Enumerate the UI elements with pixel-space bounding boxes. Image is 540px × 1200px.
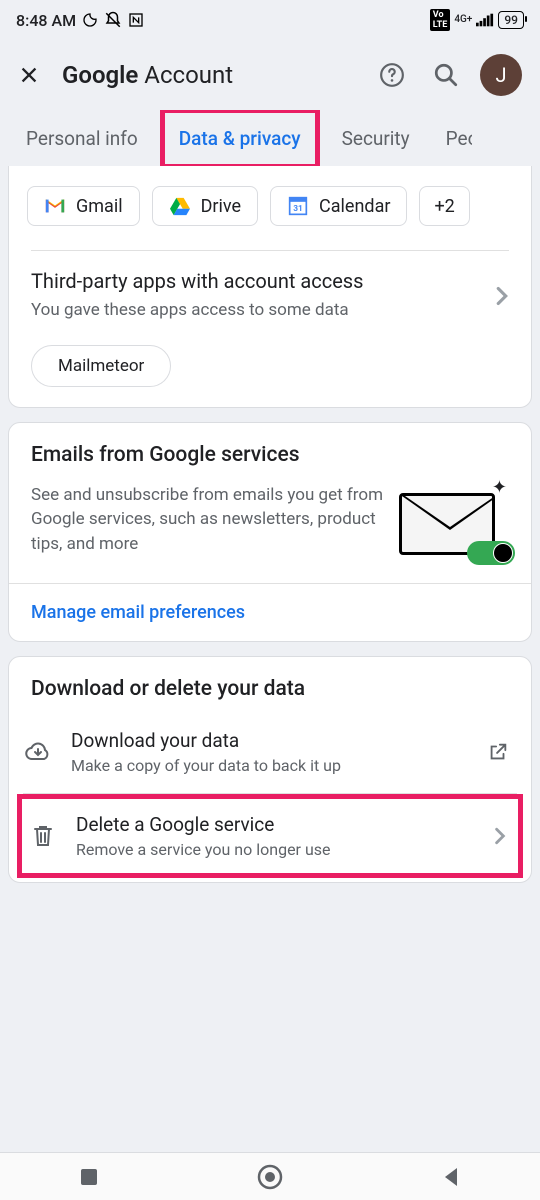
- gmail-icon: [44, 195, 66, 217]
- page-title: Google Account: [62, 61, 358, 89]
- help-icon[interactable]: [372, 55, 412, 95]
- row-subtitle: Make a copy of your data to back it up: [71, 756, 469, 775]
- email-illustration: ✦: [399, 483, 509, 563]
- row-subtitle: Remove a service you no longer use: [76, 840, 476, 859]
- download-delete-card: Download or delete your data Download yo…: [8, 656, 532, 883]
- row-title: Third-party apps with account access: [31, 269, 487, 293]
- download-cloud-icon: [23, 741, 53, 763]
- close-icon[interactable]: [18, 64, 48, 86]
- chevron-right-icon: [495, 286, 509, 306]
- chip-label: Gmail: [76, 196, 123, 217]
- status-time: 8:48 AM: [16, 11, 76, 30]
- section-title: Download or delete your data: [9, 657, 531, 711]
- app-header: Google Account J: [0, 40, 540, 110]
- section-body: See and unsubscribe from emails you get …: [31, 483, 385, 557]
- search-icon[interactable]: [426, 55, 466, 95]
- network-type: 4G+: [454, 15, 472, 25]
- chip-calendar[interactable]: 31 Calendar: [270, 186, 407, 226]
- trash-icon: [28, 823, 58, 849]
- manage-email-link[interactable]: Manage email preferences: [9, 584, 531, 641]
- tab-people[interactable]: People: [432, 113, 472, 164]
- tab-data-privacy[interactable]: Data & privacy: [165, 113, 315, 164]
- third-party-app-pill[interactable]: Mailmeteor: [31, 345, 171, 387]
- battery-indicator: 99: [498, 11, 524, 29]
- tab-security[interactable]: Security: [328, 113, 424, 164]
- emails-card: Emails from Google services See and unsu…: [8, 422, 532, 642]
- external-link-icon: [487, 741, 509, 763]
- toggle-icon: [467, 541, 515, 565]
- row-title: Delete a Google service: [76, 813, 476, 836]
- chip-label: Drive: [201, 196, 241, 217]
- volte-icon: VoLTE: [430, 9, 451, 31]
- nav-back[interactable]: [441, 1166, 461, 1188]
- nav-home[interactable]: [257, 1164, 283, 1190]
- avatar[interactable]: J: [480, 54, 522, 96]
- row-subtitle: You gave these apps access to some data: [31, 299, 487, 323]
- moon-icon: [82, 12, 98, 28]
- chevron-right-icon: [494, 827, 506, 845]
- chip-label: +2: [434, 196, 454, 217]
- status-bar: 8:48 AM VoLTE 4G+ 99: [0, 0, 540, 40]
- section-title: Emails from Google services: [9, 423, 531, 477]
- nfc-icon: [128, 12, 144, 28]
- chip-drive[interactable]: Drive: [152, 186, 258, 226]
- chip-label: Calendar: [319, 196, 390, 217]
- row-title: Download your data: [71, 729, 469, 752]
- download-data-row[interactable]: Download your data Make a copy of your d…: [9, 711, 531, 793]
- nav-recents[interactable]: [79, 1167, 99, 1187]
- chip-gmail[interactable]: Gmail: [27, 186, 140, 226]
- svg-text:31: 31: [293, 204, 303, 214]
- signal-icon: [476, 13, 494, 27]
- tab-personal-info[interactable]: Personal info: [12, 113, 152, 164]
- mute-icon: [104, 11, 122, 29]
- calendar-icon: 31: [287, 195, 309, 217]
- tab-bar: Personal info Data & privacy Security Pe…: [0, 110, 540, 166]
- connected-apps-card: Gmail Drive 31 Calendar +2 Third-party a: [8, 166, 532, 408]
- chip-overflow[interactable]: +2: [419, 186, 469, 226]
- system-nav-bar: [0, 1152, 540, 1200]
- drive-icon: [169, 195, 191, 217]
- delete-service-row[interactable]: Delete a Google service Remove a service…: [22, 799, 518, 873]
- third-party-row[interactable]: Third-party apps with account access You…: [9, 265, 531, 341]
